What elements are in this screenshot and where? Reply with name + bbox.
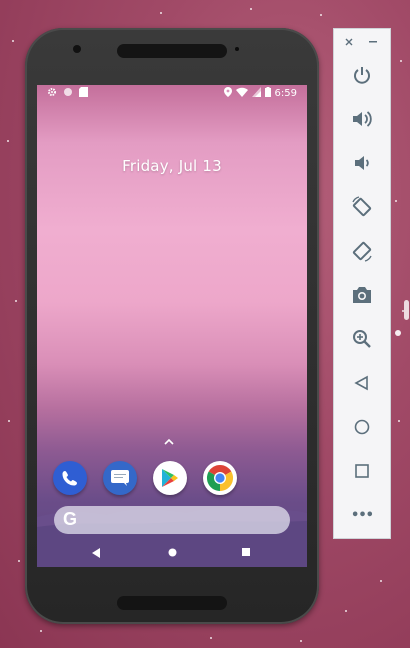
play-store-app-icon[interactable] (153, 461, 187, 495)
lockscreen-date: Friday, Jul 13 (122, 157, 222, 175)
rotate-left-icon (352, 196, 372, 217)
proximity-sensor (235, 47, 239, 51)
volume-up-icon (353, 111, 372, 127)
location-icon (223, 87, 232, 100)
panel-home-button[interactable] (348, 413, 376, 441)
wifi-icon (235, 87, 248, 100)
nav-home-icon[interactable] (168, 548, 177, 557)
phone-frame: 6:59 Friday, Jul 13 G (25, 28, 319, 624)
clock-text: 6:59 (274, 88, 297, 99)
top-speaker (117, 44, 227, 58)
volume-down-icon (355, 156, 369, 170)
app-drawer-caret-icon[interactable] (164, 438, 174, 445)
volume-up-button[interactable] (348, 105, 376, 133)
screenshot-icon (353, 287, 371, 303)
zoom-button[interactable] (348, 325, 376, 353)
circle-icon (63, 87, 73, 100)
settings-icon (47, 87, 57, 100)
close-icon[interactable] (345, 38, 353, 46)
home-icon (354, 419, 370, 435)
front-camera (73, 45, 81, 53)
rotate-left-button[interactable] (348, 193, 376, 221)
power-icon (354, 67, 370, 84)
bottom-speaker (117, 596, 227, 610)
status-bar: 6:59 (37, 85, 307, 103)
overview-icon (355, 464, 369, 478)
navigation-bar (37, 539, 307, 567)
google-logo-icon: G (63, 509, 78, 529)
zoom-icon (353, 330, 371, 348)
google-search-bar[interactable]: G (54, 506, 290, 534)
rotate-right-icon (352, 241, 372, 262)
phone-screen[interactable]: 6:59 Friday, Jul 13 G (37, 85, 307, 567)
battery-icon (264, 87, 271, 100)
minimize-icon[interactable] (369, 41, 377, 43)
panel-overview-button[interactable] (348, 457, 376, 485)
messages-app-icon[interactable] (103, 461, 137, 495)
emulator-control-panel: ••• (333, 28, 391, 539)
volume-down-button[interactable] (348, 149, 376, 177)
chrome-app-icon[interactable] (203, 461, 237, 495)
sd-card-icon (79, 87, 88, 100)
phone-app-icon[interactable] (53, 461, 87, 495)
cell-signal-icon (251, 87, 261, 100)
power-button[interactable] (348, 61, 376, 89)
panel-window-controls (334, 35, 390, 49)
more-icon: ••• (351, 507, 374, 523)
back-icon (354, 375, 368, 391)
screenshot-button[interactable] (348, 281, 376, 309)
nav-back-icon[interactable] (92, 548, 101, 558)
nav-recents-icon[interactable] (242, 548, 250, 556)
rotate-right-button[interactable] (348, 237, 376, 265)
panel-back-button[interactable] (348, 369, 376, 397)
more-button[interactable]: ••• (348, 501, 376, 529)
